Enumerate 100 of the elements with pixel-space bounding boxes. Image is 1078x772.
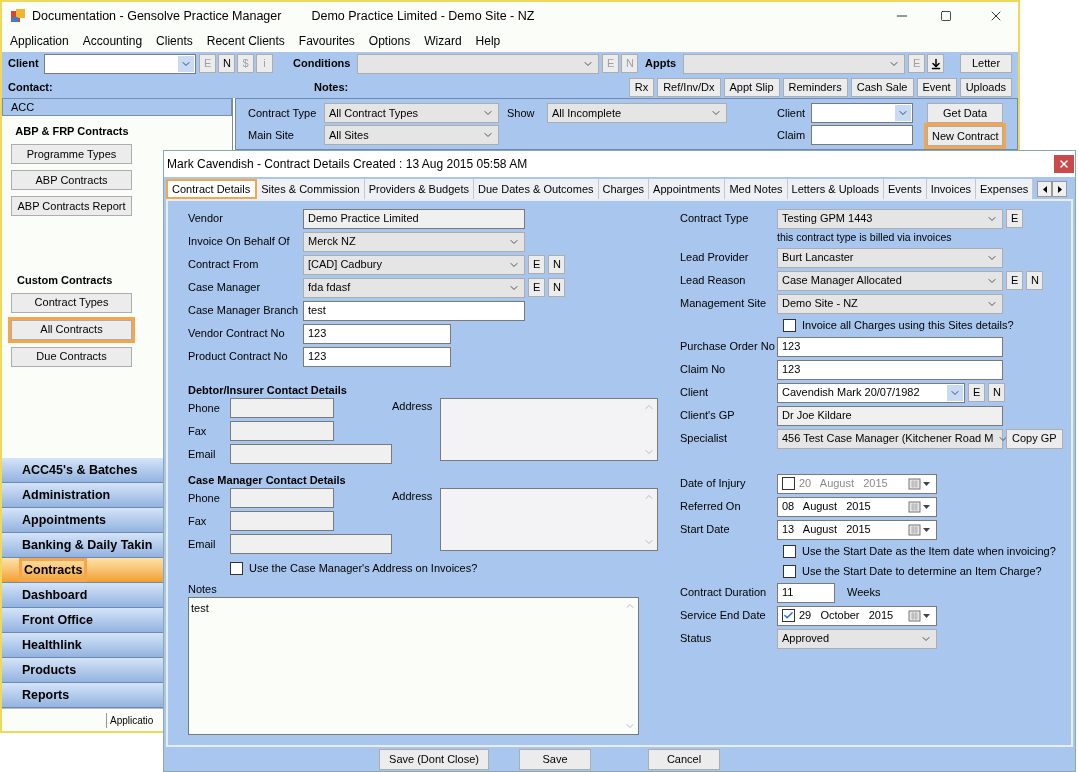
footer-button[interactable]: Save (Dont Close) [379,748,489,770]
calendar-icon[interactable] [908,609,932,622]
input-field[interactable]: 11 [777,582,835,603]
footer-button[interactable]: Cancel [648,748,720,770]
tab[interactable]: Charges [598,179,650,199]
calendar-icon[interactable] [908,477,932,490]
small-button[interactable]: N [1026,271,1043,290]
calendar-icon[interactable] [908,523,932,536]
panel-button[interactable]: ABP Contracts Report [11,196,132,216]
tab[interactable]: Invoices [926,179,976,199]
menu-item[interactable]: Recent Clients [206,32,285,50]
dropdown[interactable]: All Sites [324,125,499,145]
toolbar-button[interactable]: Cash Sale [850,77,914,97]
dropdown[interactable]: Burt Lancaster [777,247,1003,268]
tab[interactable]: Providers & Budgets [364,179,474,199]
dropdown[interactable]: fda fdasf [303,277,525,298]
download-icon [929,57,942,70]
close-button[interactable] [1054,155,1074,173]
input-field[interactable]: 123 [777,359,1003,380]
panel-button[interactable]: Programme Types [11,144,132,164]
tab[interactable]: Med Notes [725,179,788,199]
small-button[interactable]: N [988,383,1005,402]
dropdown[interactable]: 456 Test Case Manager (Kitchener Road M [777,428,1003,449]
menu-item[interactable]: Wizard [424,32,462,50]
date-field[interactable]: 29 October 2015 [777,605,937,626]
input-field[interactable]: Dr Joe Kildare [777,405,1003,426]
dropdown[interactable]: Case Manager Allocated [777,270,1003,291]
calendar-icon[interactable] [908,500,932,513]
small-button[interactable]: N [548,255,565,274]
checkbox[interactable] [230,561,243,575]
claim-field[interactable] [811,125,913,145]
menu-item[interactable]: Accounting [82,32,143,50]
small-button[interactable]: E [1006,271,1023,290]
small-button[interactable]: E [968,383,985,402]
tab-scroll-left-button[interactable] [1037,181,1052,197]
input-field[interactable]: 123 [303,346,451,367]
menu-item[interactable]: Favourites [298,32,355,50]
tab[interactable]: Expenses [976,179,1034,199]
dropdown[interactable]: Approved [777,628,937,649]
tab[interactable]: Sites & Commission [257,179,365,199]
small-button[interactable]: E [1006,209,1023,228]
dropdown[interactable]: All Incomplete [547,103,727,123]
small-button[interactable]: N [218,54,235,73]
input-field[interactable]: 123 [777,336,1003,357]
menu-item[interactable]: Clients [156,32,193,50]
small-button[interactable]: N [548,278,565,297]
toolbar-button[interactable]: Rx [628,77,655,97]
menu-item[interactable]: Options [368,32,411,50]
phone-field[interactable] [230,398,334,418]
maximize-icon[interactable] [940,10,952,22]
toolbar-button[interactable]: Ref/Inv/Dx [657,77,721,97]
panel-button[interactable]: Contract Types [11,292,132,313]
panel-button[interactable]: ABP Contracts [11,170,132,190]
date-field[interactable]: 13 August 2015 [777,519,937,540]
dropdown[interactable]: Testing GPM 1443 [777,208,1003,229]
toolbar-button[interactable]: Reminders [782,77,848,97]
combo-field[interactable] [811,103,913,123]
checkbox[interactable] [782,477,795,490]
toolbar-button[interactable]: Uploads [959,77,1012,97]
tab[interactable]: Due Dates & Outcomes [473,179,599,199]
field-label: Client [777,105,807,121]
panel-button[interactable]: All Contracts [11,319,132,340]
tab[interactable]: Letters & Uploads [787,179,884,199]
get-data-button[interactable]: Get Data [927,103,1003,123]
date-field[interactable]: 08 August 2015 [777,496,937,517]
small-button[interactable]: E [528,255,545,274]
checkbox[interactable] [783,564,796,578]
menu-item[interactable]: Help [475,32,501,50]
phone-field[interactable] [230,488,334,508]
tab[interactable]: Appointments [649,179,726,199]
dropdown[interactable]: [CAD] Cadbury [303,254,525,275]
input-field[interactable]: 123 [303,323,451,344]
tab[interactable]: Events [884,179,927,199]
combo-field[interactable]: Cavendish Mark 20/07/1982 [777,382,965,403]
new-contract-button[interactable]: New Contract [927,126,1003,146]
tab[interactable]: Contract Details [166,179,258,199]
panel-button[interactable]: Due Contracts [11,346,132,367]
fax-field[interactable] [230,511,334,531]
download-button[interactable] [927,54,944,73]
input-field[interactable]: test [303,300,525,321]
checkbox[interactable] [783,318,796,332]
toolbar-button[interactable]: Event [916,77,957,97]
fax-field[interactable] [230,421,334,441]
tab-scroll-right-button[interactable] [1052,181,1067,197]
dropdown[interactable]: Merck NZ [303,231,525,252]
letter-button[interactable]: Letter [960,54,1012,73]
small-button[interactable]: E [528,278,545,297]
dropdown[interactable]: Demo Site - NZ [777,293,1003,314]
date-field[interactable]: 20 August 2015 [777,473,937,494]
input-field[interactable]: Demo Practice Limited [303,208,525,229]
small-button[interactable]: Copy GP [1006,428,1063,449]
checkbox[interactable] [782,609,795,622]
dropdown[interactable]: All Contract Types [324,103,499,123]
email-field[interactable] [230,534,392,554]
combo-field[interactable] [44,53,196,74]
footer-button[interactable]: Save [519,748,591,770]
menu-item[interactable]: Application [10,32,69,50]
toolbar-button[interactable]: Appt Slip [723,77,780,97]
email-field[interactable] [230,444,392,464]
checkbox[interactable] [783,544,796,558]
